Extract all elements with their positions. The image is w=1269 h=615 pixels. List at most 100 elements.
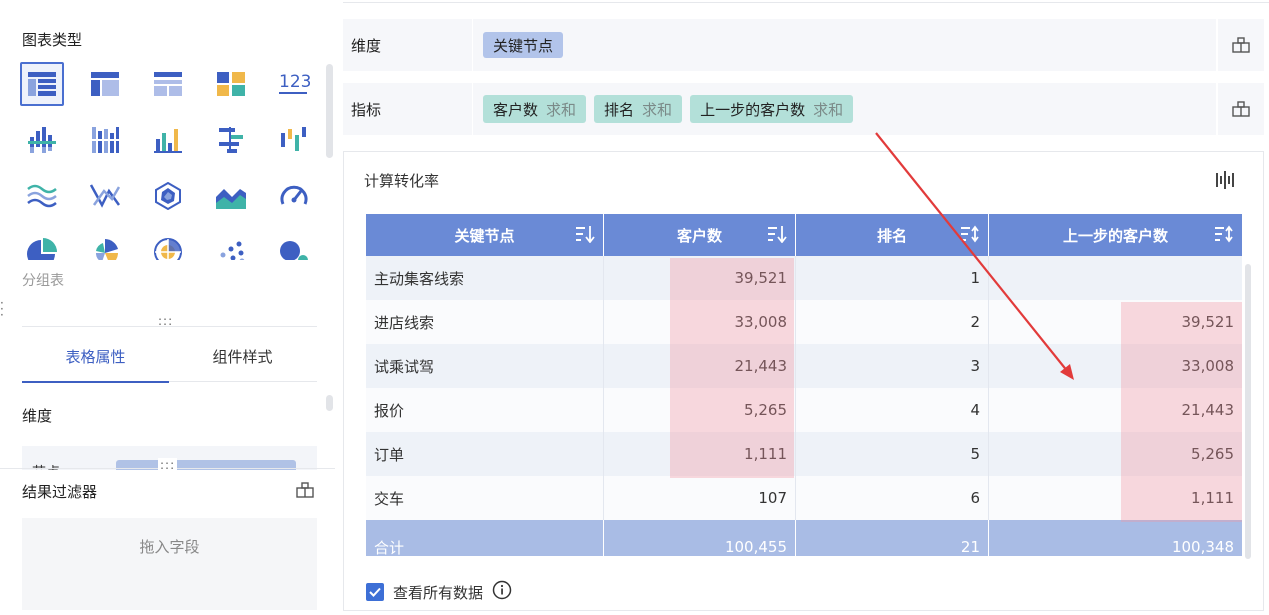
- left-panel: 图表类型 123 分组表 · · ·::: 表格属性 组件样式 维度::: …: [0, 0, 335, 615]
- table-row[interactable]: 进店线索 33,008 2 39,521: [366, 300, 1242, 344]
- chart-option-number[interactable]: 123: [272, 62, 316, 106]
- chart-option-area[interactable]: [209, 174, 253, 218]
- pill-label: 关键节点: [493, 36, 554, 55]
- chart-option-group-table[interactable]: [20, 62, 64, 106]
- table-row[interactable]: 试乘试驾 21,443 3 33,008: [366, 344, 1242, 388]
- chart-option-polar[interactable]: [146, 230, 190, 260]
- table-row[interactable]: 主动集客线索 39,521 1: [366, 256, 1242, 300]
- chart-option-rose[interactable]: [83, 230, 127, 260]
- cell-key-node: 交车: [366, 476, 604, 520]
- pill-label: 客户数: [493, 100, 539, 119]
- chart-option-kpi-card[interactable]: [209, 62, 253, 106]
- chart-option-waterfall[interactable]: [272, 118, 316, 162]
- pill-aggregation: 求和: [642, 100, 673, 119]
- cell-key-node: 主动集客线索: [366, 256, 604, 300]
- total-customers: 100,455: [604, 520, 796, 556]
- view-all-data-label: 查看所有数据: [393, 583, 484, 602]
- cell-prev-customers: [989, 256, 1242, 300]
- number-icon-text: 123: [279, 72, 310, 92]
- panel-resize-handle[interactable]: · · ·: [0, 297, 4, 321]
- chart-type-grid: 123: [20, 62, 320, 260]
- table-row[interactable]: 报价 5,265 4 21,443: [366, 388, 1242, 432]
- metric-pill-rank[interactable]: 排名 求和: [594, 95, 683, 123]
- filter-drop-zone[interactable]: 拖入字段: [22, 518, 317, 610]
- pill-aggregation: 求和: [546, 100, 577, 119]
- selected-chart-label: 分组表: [22, 273, 64, 289]
- chart-option-column[interactable]: [146, 118, 190, 162]
- properties-scrollbar[interactable]: [326, 395, 333, 411]
- table-scrollbar[interactable]: [1245, 264, 1251, 559]
- chart-option-cross-table[interactable]: [83, 62, 127, 106]
- scatter-icon: [220, 241, 245, 260]
- sort-desc-icon[interactable]: [575, 225, 595, 247]
- dimension-shelf-edit[interactable]: [1216, 19, 1264, 71]
- chart-option-detail-table[interactable]: [146, 62, 190, 106]
- chart-switch-icon[interactable]: [1215, 170, 1235, 194]
- tab-label: 组件样式: [212, 347, 273, 366]
- chart-option-bubble[interactable]: [272, 230, 316, 260]
- app-root: 图表类型 123 分组表 · · ·::: 表格属性 组件样式 维度::: …: [0, 0, 1269, 615]
- checkbox-checked-icon[interactable]: [366, 583, 384, 601]
- column-header-label: 上一步的客户数: [1062, 226, 1168, 245]
- column-header-key-node[interactable]: 关键节点: [366, 214, 604, 256]
- table-row[interactable]: 订单 1,111 5 5,265: [366, 432, 1242, 476]
- group-table-icon: [28, 72, 56, 96]
- dimension-shelf-label: 维度: [343, 19, 473, 71]
- pill-label: 排名: [604, 100, 635, 119]
- top-divider: [343, 2, 1269, 3]
- drop-zone-text: 拖入字段: [139, 537, 200, 556]
- tab-component-style[interactable]: 组件样式: [169, 330, 316, 382]
- metric-pill-prev-customers[interactable]: 上一步的客户数 求和: [690, 95, 854, 123]
- detail-table-icon: [154, 72, 182, 96]
- grouped-bar-icon: [28, 127, 56, 153]
- sort-desc-icon[interactable]: [767, 225, 787, 247]
- dimension-pill-key-node[interactable]: 关键节点: [483, 32, 564, 58]
- chart-option-gauge[interactable]: [272, 174, 316, 218]
- highlight-customers: [670, 258, 794, 478]
- filter-drag-handle[interactable]: :::: [158, 458, 178, 472]
- chart-option-range[interactable]: [83, 174, 127, 218]
- cell-key-node: 报价: [366, 388, 604, 432]
- chart-option-horizontal-bar[interactable]: [209, 118, 253, 162]
- number-icon: 123: [279, 72, 310, 94]
- chart-option-scatter[interactable]: [209, 230, 253, 260]
- metric-pills: 客户数 求和 排名 求和 上一步的客户数 求和: [483, 83, 854, 135]
- shelf-settings-icon: [1232, 101, 1250, 117]
- table-row[interactable]: 交车 107 6 1,111: [366, 476, 1242, 520]
- chart-option-stacked-bar[interactable]: [83, 118, 127, 162]
- chart-type-title: 图表类型: [22, 31, 83, 49]
- radar-icon: [155, 182, 181, 210]
- line-icon: [27, 184, 57, 208]
- cell-rank: 3: [796, 344, 989, 388]
- tab-table-properties[interactable]: 表格属性: [22, 330, 169, 383]
- cell-rank: 1: [796, 256, 989, 300]
- chart-grid-scrollbar[interactable]: [326, 64, 333, 158]
- column-icon: [154, 129, 182, 153]
- shelf-settings-icon: [1232, 37, 1250, 53]
- chart-option-radar[interactable]: [146, 174, 190, 218]
- sort-toggle-icon[interactable]: [960, 225, 980, 247]
- metric-shelf-label: 指标: [343, 83, 473, 135]
- chart-option-grouped-bar[interactable]: [20, 118, 64, 162]
- filter-edit-icon[interactable]: [296, 482, 314, 502]
- property-tabs: 表格属性 组件样式: [22, 330, 317, 383]
- info-icon[interactable]: [492, 580, 512, 604]
- metric-shelf: 指标 客户数 求和 排名 求和 上一步的客户数 求和: [343, 83, 1264, 135]
- column-header-prev-customers[interactable]: 上一步的客户数: [989, 214, 1242, 256]
- view-all-data-toggle[interactable]: 查看所有数据: [366, 580, 512, 604]
- sort-toggle-icon[interactable]: [1214, 225, 1234, 247]
- pie-icon: [27, 238, 57, 260]
- dimension-section-title: 维度: [22, 407, 53, 425]
- column-header-label: 关键节点: [454, 226, 515, 245]
- table-card: 计算转化率 关键节点 客户数 排名 上一步的客户数 主动集客线索 39,521 …: [343, 151, 1264, 611]
- metric-pill-customers[interactable]: 客户数 求和: [483, 95, 587, 123]
- column-header-customers[interactable]: 客户数: [604, 214, 796, 256]
- chart-option-line[interactable]: [20, 174, 64, 218]
- highlight-prev-customers: [1121, 302, 1242, 522]
- metric-shelf-edit[interactable]: [1216, 83, 1264, 135]
- column-header-rank[interactable]: 排名: [796, 214, 989, 256]
- dimension-pills: 关键节点: [483, 19, 564, 71]
- result-filter-title: 结果过滤器: [22, 483, 98, 501]
- chart-option-pie[interactable]: [20, 230, 64, 260]
- cell-customers: 107: [604, 476, 796, 520]
